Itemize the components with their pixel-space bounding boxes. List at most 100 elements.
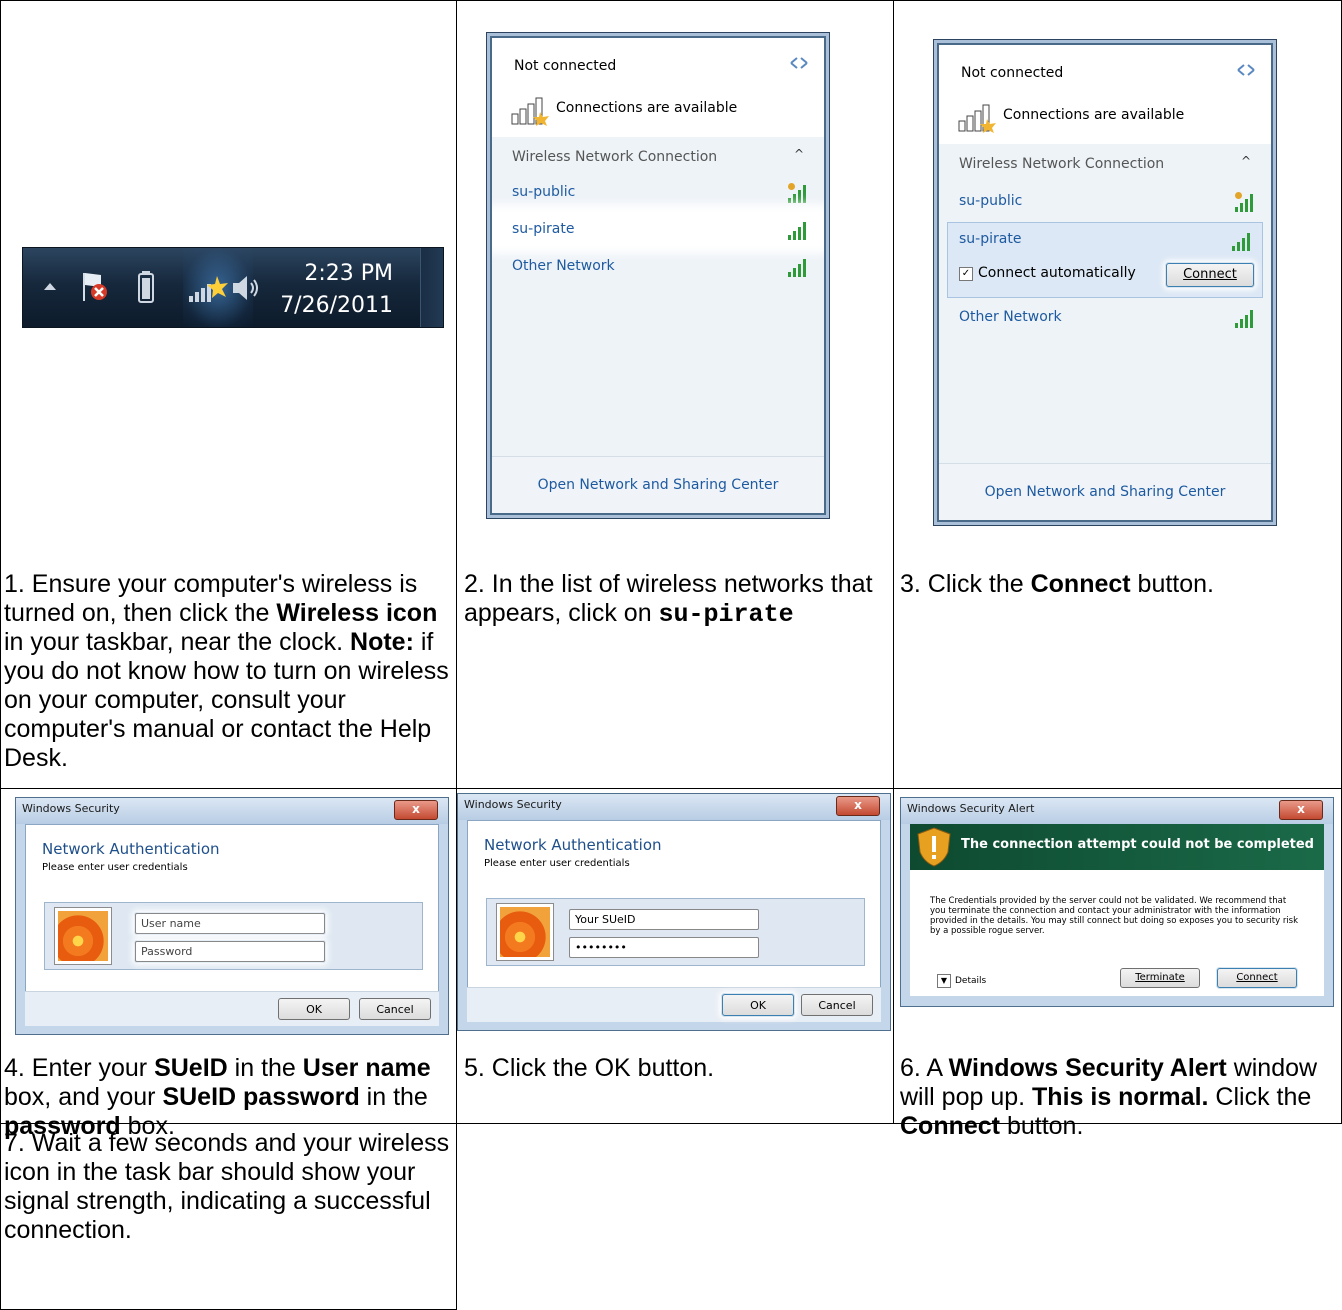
username-field[interactable]: User name — [135, 913, 325, 934]
open-network-sharing-center-link[interactable]: Open Network and Sharing Center — [492, 456, 824, 513]
network-name: Other Network — [512, 258, 615, 274]
close-icon[interactable]: x — [1279, 800, 1323, 820]
caption-bold: User name — [302, 1054, 431, 1082]
caption-text: Click the — [1208, 1083, 1312, 1111]
network-flyout: Not connected Connections are available … — [490, 36, 826, 515]
caption-text: button. — [1000, 1112, 1084, 1140]
close-icon[interactable]: x — [394, 800, 438, 820]
windows-security-dialog: Windows Security x Network Authenticatio… — [457, 793, 891, 1031]
ok-button[interactable]: OK — [722, 994, 794, 1016]
caption-bold: Connect — [900, 1112, 1000, 1140]
caption-bold: This is normal. — [1032, 1083, 1209, 1111]
network-list: Wireless Network Connection ^ su-public … — [939, 144, 1271, 464]
caption-bold: Windows Security Alert — [948, 1054, 1227, 1082]
username-field[interactable]: Your SUeID — [569, 909, 759, 930]
connection-status: Not connected — [514, 58, 617, 74]
step2-caption: 2. In the list of wireless networks that… — [464, 570, 889, 629]
caption-code: su-pirate — [658, 600, 794, 629]
dialog-title: Windows Security — [458, 794, 890, 820]
collapse-chevron-icon[interactable]: ^ — [1241, 154, 1251, 168]
signal-strength-icon — [788, 220, 810, 240]
details-expander[interactable]: ▼ Details — [937, 974, 986, 988]
details-label: Details — [955, 976, 987, 986]
network-item-other[interactable]: Other Network — [939, 300, 1271, 334]
dialog-body: Network Authentication Please enter user… — [467, 820, 881, 988]
signal-strength-icon — [788, 257, 810, 277]
windows-security-dialog: Windows Security x Network Authenticatio… — [15, 797, 449, 1035]
battery-icon[interactable] — [137, 270, 155, 304]
dialog-subheading: Please enter user credentials — [484, 858, 630, 869]
dialog-footer: OK Cancel — [25, 991, 439, 1026]
network-name: su-pirate — [959, 231, 1022, 247]
network-name: su-pirate — [512, 221, 575, 237]
network-item-su-pirate[interactable]: su-pirate — [492, 212, 824, 246]
warning-shield-icon — [917, 827, 951, 867]
password-field[interactable]: Password — [135, 941, 325, 962]
network-item-other[interactable]: Other Network — [492, 249, 824, 283]
action-center-flag-icon[interactable] — [79, 270, 109, 304]
terminate-button[interactable]: Terminate — [1120, 968, 1200, 988]
connect-button[interactable]: Connect — [1217, 968, 1297, 988]
signal-strength-icon — [1232, 231, 1254, 251]
show-desktop-button[interactable] — [420, 248, 443, 327]
collapse-chevron-icon[interactable]: ^ — [794, 147, 804, 161]
connect-automatically-checkbox[interactable]: ✓ — [959, 267, 973, 281]
dialog-subheading: Please enter user credentials — [42, 862, 188, 873]
section-header: Wireless Network Connection — [512, 149, 718, 165]
caption-text: box, and your — [4, 1083, 163, 1111]
cancel-button[interactable]: Cancel — [359, 998, 431, 1020]
clock-date: 7/26/2011 — [280, 293, 393, 318]
volume-icon[interactable] — [231, 272, 265, 304]
network-item-su-public[interactable]: su-public — [939, 184, 1271, 218]
credential-tile: User name Password — [44, 902, 423, 970]
alert-header: The connection attempt could not be comp… — [910, 824, 1324, 870]
available-text: Connections are available — [556, 100, 738, 116]
dialog-body: Network Authentication Please enter user… — [25, 824, 439, 992]
refresh-icon[interactable] — [1235, 61, 1257, 79]
caption-text: in your taskbar, near the clock. — [4, 628, 351, 656]
close-icon[interactable]: x — [836, 796, 880, 816]
available-text: Connections are available — [1003, 107, 1185, 123]
connect-automatically-label: Connect automatically — [978, 265, 1136, 281]
user-avatar — [54, 907, 112, 965]
cancel-button[interactable]: Cancel — [801, 994, 873, 1016]
caption-bold: Wireless icon — [276, 599, 438, 627]
caption-text: 3. Click the — [900, 570, 1031, 598]
step1-caption: 1. Ensure your computer's wireless is tu… — [4, 570, 450, 773]
network-name: su-public — [959, 193, 1023, 209]
refresh-icon[interactable] — [788, 54, 810, 72]
dialog-title: Windows Security Alert — [901, 798, 1333, 824]
password-field[interactable]: •••••••• — [569, 937, 759, 958]
chevron-down-icon: ▼ — [937, 974, 951, 988]
dialog-heading: Network Authentication — [42, 840, 220, 858]
caption-bold: SUeID password — [162, 1083, 360, 1111]
ok-button[interactable]: OK — [278, 998, 350, 1020]
dialog-heading: Network Authentication — [484, 836, 662, 854]
network-item-su-pirate-expanded[interactable]: su-pirate ✓ Connect automatically Connec… — [947, 222, 1263, 298]
show-hidden-icons-icon[interactable] — [41, 278, 59, 296]
step3-caption: 3. Click the Connect button. — [900, 570, 1336, 599]
signal-secured-warning-icon — [788, 183, 810, 203]
alert-message: The Credentials provided by the server c… — [930, 896, 1299, 936]
open-network-sharing-center-link[interactable]: Open Network and Sharing Center — [939, 463, 1271, 520]
dialog-title: Windows Security — [16, 798, 448, 824]
windows-security-alert-dialog: Windows Security Alert x The connection … — [900, 797, 1334, 1007]
caption-bold: Connect — [1030, 570, 1131, 598]
alert-heading: The connection attempt could not be comp… — [961, 837, 1314, 852]
wireless-network-icon[interactable] — [185, 270, 231, 306]
flyout-header: Not connected Connections are available — [939, 45, 1271, 145]
section-header: Wireless Network Connection — [959, 156, 1165, 172]
caption-text: button. — [1130, 570, 1215, 598]
step7-caption: 7. Wait a few seconds and your wireless … — [4, 1129, 450, 1244]
network-item-su-public[interactable]: su-public — [492, 175, 824, 209]
caption-bold: SUeID — [154, 1054, 228, 1082]
network-list: Wireless Network Connection ^ su-public … — [492, 137, 824, 457]
step4-caption: 4. Enter your SUeID in the User name box… — [4, 1054, 450, 1141]
network-name: Other Network — [959, 309, 1062, 325]
connect-button[interactable]: Connect — [1166, 263, 1254, 287]
taskbar-clock[interactable]: 2:23 PM 7/26/2011 — [280, 258, 393, 322]
credential-tile: Your SUeID •••••••• — [486, 898, 865, 966]
dialog-footer: OK Cancel — [467, 987, 881, 1022]
step5-caption: 5. Click the OK button. — [464, 1054, 715, 1082]
caption-text: 6. A — [900, 1054, 949, 1082]
